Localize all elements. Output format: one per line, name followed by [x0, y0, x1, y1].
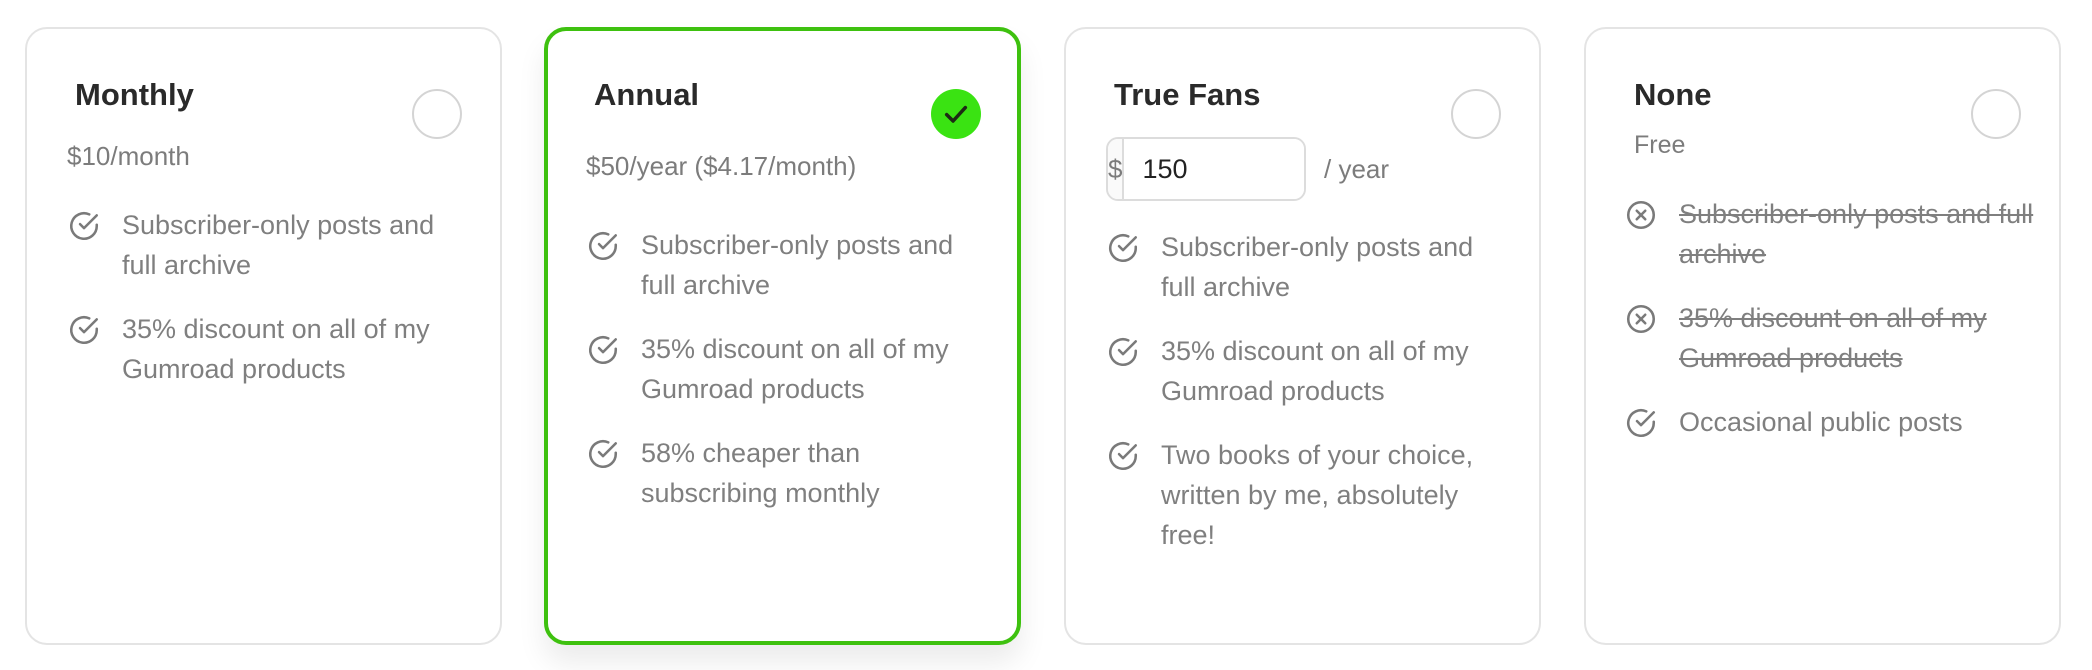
check-circle-icon — [69, 211, 99, 241]
feature-text: 35% discount on all of my Gumroad produc… — [1161, 336, 1469, 406]
check-circle-icon — [1108, 233, 1138, 263]
plan-card-none[interactable]: None Free Subscriber-only posts and full… — [1584, 27, 2061, 645]
plan-title: None — [1634, 77, 1712, 112]
feature-text: Subscriber-only posts and full archive — [641, 230, 954, 300]
plan-card-true-fans[interactable]: True Fans $ / year Subscriber-only posts… — [1064, 27, 1541, 645]
feature-item: Subscriber-only posts and full archive — [67, 205, 476, 285]
x-circle-icon — [1626, 200, 1656, 230]
price-input-row: $ / year — [1106, 137, 1389, 201]
currency-symbol: $ — [1108, 139, 1125, 199]
feature-item: 35% discount on all of my Gumroad produc… — [1106, 331, 1515, 411]
plan-radio[interactable] — [1971, 89, 2021, 139]
check-circle-icon — [588, 231, 618, 261]
feature-item: Subscriber-only posts and full archive — [586, 225, 993, 305]
check-circle-icon — [69, 315, 99, 345]
check-circle-icon — [588, 439, 618, 469]
plan-radio[interactable] — [1451, 89, 1501, 139]
plan-card-annual[interactable]: Annual $50/year ($4.17/month) Subscriber… — [544, 27, 1021, 645]
price-input-group: $ — [1106, 137, 1306, 201]
plan-radio[interactable] — [412, 89, 462, 139]
plan-radio-selected[interactable] — [931, 89, 981, 139]
feature-list: Subscriber-only posts and full archive 3… — [586, 225, 993, 537]
feature-item: 35% discount on all of my Gumroad produc… — [67, 309, 476, 389]
feature-text: Two books of your choice, written by me,… — [1161, 440, 1474, 550]
feature-item-excluded: Subscriber-only posts and full archive — [1624, 194, 2035, 274]
feature-text: Subscriber-only posts and full archive — [1161, 232, 1474, 302]
price-period-label: / year — [1324, 153, 1390, 184]
plan-price: $10/month — [67, 141, 190, 171]
price-amount-input[interactable] — [1124, 139, 1304, 199]
plan-title: Annual — [594, 77, 700, 112]
feature-list: Subscriber-only posts and full archive 3… — [67, 205, 476, 413]
x-circle-icon — [1626, 304, 1656, 334]
check-circle-icon — [1626, 408, 1656, 438]
feature-text: 35% discount on all of my Gumroad produc… — [1679, 303, 1987, 373]
feature-item: 35% discount on all of my Gumroad produc… — [586, 329, 993, 409]
plan-title: True Fans — [1114, 77, 1261, 112]
feature-item: Subscriber-only posts and full archive — [1106, 227, 1515, 307]
check-circle-icon — [1108, 441, 1138, 471]
plan-card-monthly[interactable]: Monthly $10/month Subscriber-only posts … — [25, 27, 502, 645]
check-circle-icon — [1108, 337, 1138, 367]
feature-text: Subscriber-only posts and full archive — [1679, 199, 2034, 269]
feature-item: Two books of your choice, written by me,… — [1106, 435, 1515, 555]
feature-list: Subscriber-only posts and full archive 3… — [1106, 227, 1515, 579]
feature-text: 35% discount on all of my Gumroad produc… — [641, 334, 949, 404]
feature-text: Occasional public posts — [1679, 407, 1963, 437]
feature-text: Subscriber-only posts and full archive — [122, 210, 435, 280]
check-circle-icon — [588, 335, 618, 365]
feature-text: 58% cheaper than subscribing monthly — [641, 438, 880, 508]
plan-title: Monthly — [75, 77, 194, 112]
feature-item: 58% cheaper than subscribing monthly — [586, 433, 993, 513]
feature-item: Occasional public posts — [1624, 402, 2035, 442]
plan-price: Free — [1634, 131, 1686, 159]
plan-price: $50/year ($4.17/month) — [586, 151, 857, 181]
feature-text: 35% discount on all of my Gumroad produc… — [122, 314, 430, 384]
feature-item-excluded: 35% discount on all of my Gumroad produc… — [1624, 298, 2035, 378]
checkmark-icon — [944, 105, 968, 123]
feature-list: Subscriber-only posts and full archive 3… — [1624, 194, 2035, 466]
